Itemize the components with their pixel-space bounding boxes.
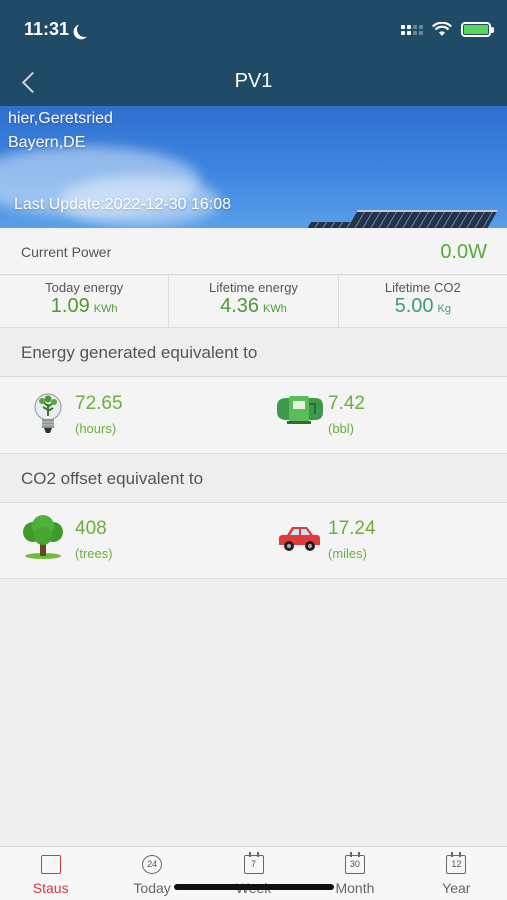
stat-label: Today energy (45, 280, 124, 295)
equivalent-unit: (bbl) (328, 421, 355, 436)
stat-unit: Kg (437, 303, 452, 315)
stat-value: 5.00 (394, 295, 434, 317)
battery-icon (461, 22, 494, 37)
light-bulb-icon (34, 393, 62, 433)
page-title: PV1 (234, 70, 273, 92)
equivalent-unit: (trees) (75, 546, 113, 561)
tab-status[interactable]: Staus (0, 847, 101, 900)
equivalent-value: 408 (75, 518, 107, 539)
tab-month[interactable]: 30 Month (304, 847, 405, 900)
fuel-pump-icon (277, 396, 323, 424)
calendar-30-icon: 30 (344, 852, 365, 874)
energy-equivalent-heading: Energy generated equivalent to (0, 329, 507, 377)
tab-week[interactable]: 7 Week (203, 847, 304, 900)
equivalent-item-hours: 72.65 (hours) (30, 378, 250, 454)
equivalent-value: 72.65 (75, 393, 123, 414)
energy-stats-row: Today energy 1.09 KWh Lifetime energy 4.3… (0, 276, 507, 328)
equivalent-value: 7.42 (328, 393, 365, 414)
equivalent-item-trees: 408 (trees) (20, 503, 250, 579)
24h-icon: 24 (142, 855, 163, 874)
stat-lifetime-energy: Lifetime energy 4.36 KWh (169, 276, 339, 327)
tab-label: Year (442, 880, 471, 896)
status-report-icon (40, 855, 61, 874)
nav-bar: PV1 (0, 58, 507, 106)
equivalent-unit: (hours) (75, 421, 117, 436)
weather-banner: hier,Geretsried Bayern,DE Last Update:20… (0, 106, 507, 228)
stat-label: Lifetime CO2 (384, 280, 461, 295)
tab-today[interactable]: 24 Today (101, 847, 202, 900)
stat-label: Lifetime energy (209, 280, 298, 295)
stat-unit: KWh (93, 303, 118, 315)
stat-lifetime-co2: Lifetime CO2 5.00 Kg (339, 276, 507, 327)
stat-value: 1.09 (50, 295, 90, 317)
tab-year[interactable]: 12 Year (406, 847, 507, 900)
status-time: 11:31 (24, 19, 70, 39)
moon-icon (75, 20, 94, 39)
car-icon (279, 527, 320, 551)
status-icons (401, 22, 494, 37)
equivalent-unit: (miles) (328, 546, 367, 561)
location-line-2: Bayern,DE (8, 134, 86, 151)
solar-panel-image (302, 222, 352, 228)
solar-panel-image (344, 210, 498, 228)
co2-equivalent-row: 408 (trees) 17.24 (miles) (0, 503, 507, 579)
section-title: CO2 offset equivalent to (21, 469, 204, 488)
current-power-row: Current Power 0.0W (0, 229, 507, 275)
bottom-tab-bar: Staus 24 Today 7 Week 30 Month 12 Year (0, 846, 507, 900)
calendar-12-icon: 12 (446, 852, 467, 874)
current-power-value: 0.0W (440, 241, 487, 263)
equivalent-value: 17.24 (328, 518, 376, 539)
wifi-icon (432, 22, 452, 36)
current-power-label: Current Power (21, 244, 112, 260)
equivalent-item-miles: 17.24 (miles) (277, 503, 497, 579)
tree-icon (23, 515, 63, 559)
stat-unit: KWh (263, 303, 287, 315)
section-title: Energy generated equivalent to (21, 343, 258, 362)
co2-equivalent-heading: CO2 offset equivalent to (0, 455, 507, 503)
calendar-7-icon: 7 (243, 852, 264, 874)
status-bar: 11:31 (0, 0, 507, 58)
location-line-1: hier,Geretsried (8, 110, 113, 127)
tab-label: Staus (32, 880, 69, 896)
last-update: Last Update:2022-12-30 16:08 (14, 196, 232, 213)
stat-today-energy: Today energy 1.09 KWh (0, 276, 170, 327)
cellular-signal-icon (401, 24, 423, 35)
home-indicator[interactable] (174, 884, 334, 890)
energy-equivalent-row: 72.65 (hours) 7.42 (bbl) (0, 378, 507, 454)
equivalent-item-bbl: 7.42 (bbl) (275, 378, 495, 454)
stat-value: 4.36 (220, 295, 260, 317)
